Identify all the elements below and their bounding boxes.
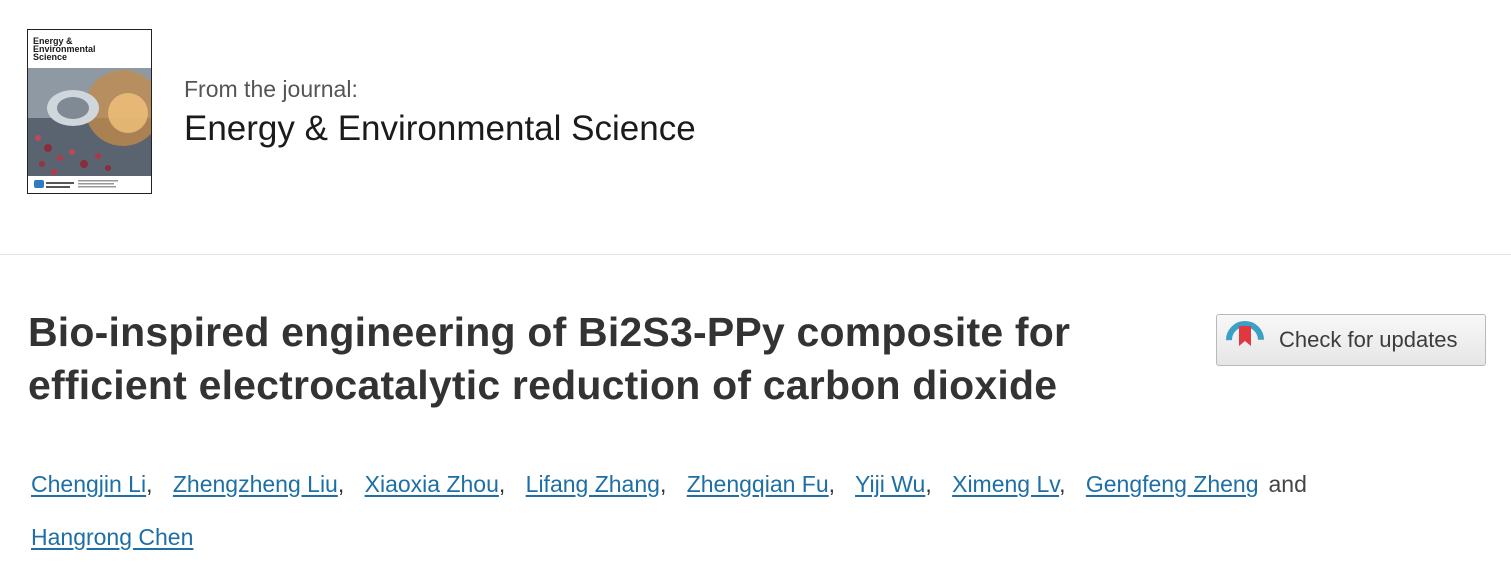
author-separator: , (498, 471, 506, 497)
cover-artwork (28, 68, 151, 193)
author-separator: , (925, 471, 932, 497)
author-separator: , (1059, 471, 1066, 497)
author-link[interactable]: Hangrong Chen (31, 524, 193, 550)
author-link[interactable]: Chengjin Li (31, 471, 146, 497)
author-link[interactable]: Zhengqian Fu (687, 471, 829, 497)
author-link[interactable]: Xiaoxia Zhou (365, 471, 499, 497)
journal-info: From the journal: Energy & Environmental… (184, 74, 696, 152)
author-link[interactable]: Gengfeng Zheng (1086, 471, 1259, 497)
from-journal-label: From the journal: (184, 76, 358, 102)
check-for-updates-button[interactable]: Check for updates (1216, 314, 1486, 366)
author-link[interactable]: Ximeng Lv (952, 471, 1059, 497)
author-link[interactable]: Zhengzheng Liu (173, 471, 338, 497)
journal-cover-image[interactable]: Energy & Environmental Science (27, 29, 152, 194)
author-separator: , (828, 471, 836, 497)
author-separator: , (337, 471, 345, 497)
article-title: Bio-inspired engineering of Bi2S3-PPy co… (28, 309, 1071, 408)
author-and: and (1268, 471, 1307, 497)
journal-name-link[interactable]: Energy & Environmental Science (184, 106, 696, 152)
author-separator: , (659, 471, 667, 497)
crossmark-icon (1226, 321, 1264, 359)
check-for-updates-label: Check for updates (1279, 327, 1458, 352)
cover-title-text: Energy & Environmental Science (33, 36, 96, 62)
header-divider (0, 254, 1511, 255)
author-list: Chengjin Li, Zhengzheng Liu, Xiaoxia Zho… (31, 458, 1471, 564)
author-link[interactable]: Lifang Zhang (526, 471, 660, 497)
author-separator: , (146, 471, 153, 497)
author-link[interactable]: Yiji Wu (855, 471, 925, 497)
